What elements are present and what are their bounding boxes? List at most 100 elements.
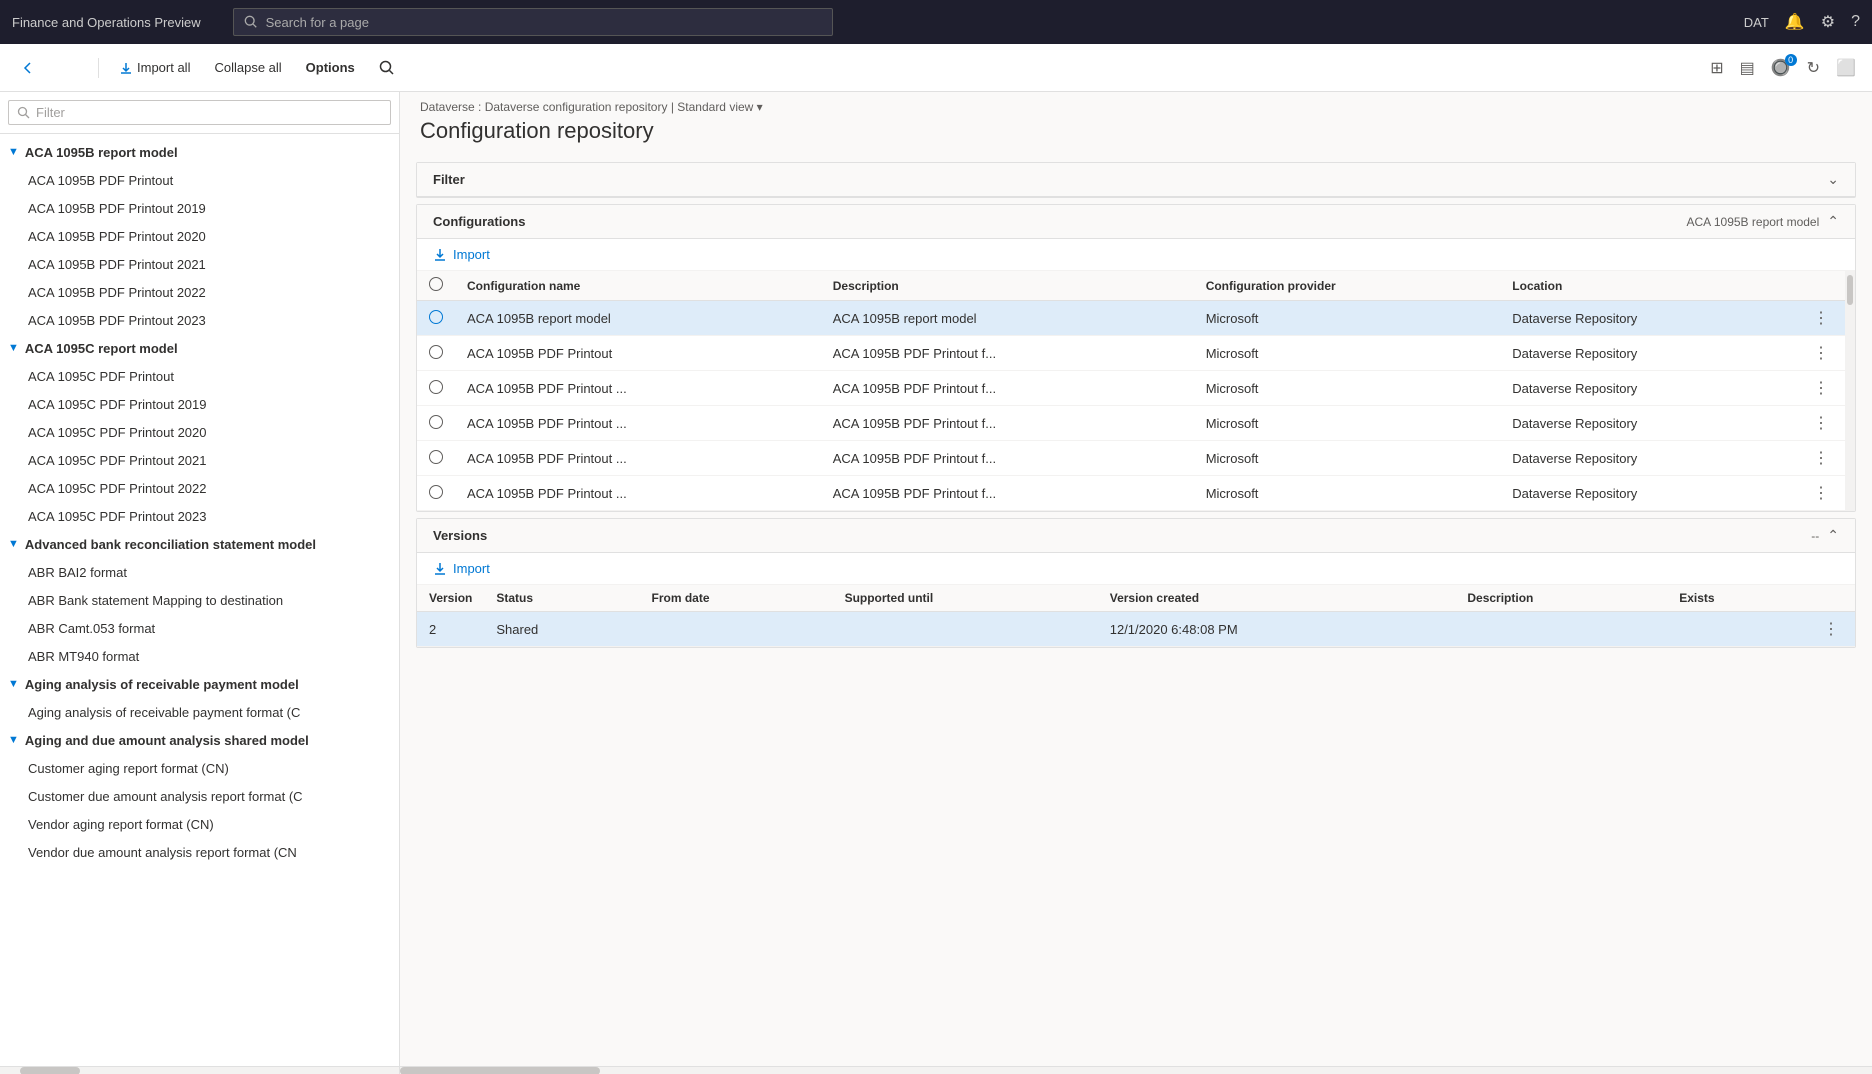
provider-cell: Microsoft (1194, 371, 1501, 406)
sidebar-item-customer-due[interactable]: Customer due amount analysis report form… (0, 782, 399, 810)
more-icon[interactable]: ⋮ (1809, 415, 1833, 432)
sidebar-horizontal-scrollbar[interactable] (0, 1066, 399, 1074)
configurations-collapse-icon[interactable]: ⌃ (1827, 213, 1839, 230)
more-icon[interactable]: ⋮ (1809, 310, 1833, 327)
configurations-import-link[interactable]: Import (417, 239, 1855, 271)
help-icon[interactable]: ? (1851, 13, 1860, 31)
sidebar-item-aca1095c[interactable]: ▼ ACA 1095C report model (0, 334, 399, 362)
more-cell[interactable]: ⋮ (1797, 441, 1845, 476)
sidebar-item-aca1095b[interactable]: ▼ ACA 1095B report model (0, 138, 399, 166)
table-row[interactable]: ACA 1095B PDF Printout ... ACA 1095B PDF… (417, 406, 1845, 441)
toolbar-search-button[interactable] (371, 56, 403, 80)
config-name-cell: ACA 1095B PDF Printout ... (455, 441, 821, 476)
search-bar[interactable]: Search for a page (233, 8, 833, 36)
badge-icon[interactable]: 🔘0 (1767, 54, 1795, 82)
sidebar-item-aca1095b-pdf2023[interactable]: ACA 1095B PDF Printout 2023 (0, 306, 399, 334)
sidebar-item-abr-bai2[interactable]: ABR BAI2 format (0, 558, 399, 586)
sidebar-item-aca1095b-pdf2019[interactable]: ACA 1095B PDF Printout 2019 (0, 194, 399, 222)
radio-circle[interactable] (429, 345, 443, 359)
sidebar-item-abr-bank[interactable]: ABR Bank statement Mapping to destinatio… (0, 586, 399, 614)
radio-circle[interactable] (429, 415, 443, 429)
sidebar-item-aging-fmt[interactable]: Aging analysis of receivable payment for… (0, 698, 399, 726)
more-icon[interactable]: ⋮ (1809, 380, 1833, 397)
more-icon[interactable]: ⋮ (1809, 485, 1833, 502)
layout-icon[interactable]: ▤ (1736, 54, 1759, 82)
sidebar-item-vendor-aging[interactable]: Vendor aging report format (CN) (0, 810, 399, 838)
more-cell[interactable]: ⋮ (1797, 406, 1845, 441)
more-icon[interactable]: ⋮ (1809, 450, 1833, 467)
more-cell[interactable]: ⋮ (1797, 371, 1845, 406)
sidebar-item-aca1095b-pdf2021[interactable]: ACA 1095B PDF Printout 2021 (0, 250, 399, 278)
content-horizontal-scrollbar[interactable] (400, 1066, 1872, 1074)
location-cell: Dataverse Repository (1500, 371, 1797, 406)
sidebar-item-aca1095c-pdf[interactable]: ACA 1095C PDF Printout (0, 362, 399, 390)
sidebar-item-abr-mt940[interactable]: ABR MT940 format (0, 642, 399, 670)
view-icon[interactable]: ⊞ (1706, 54, 1727, 82)
configs-vertical-scrollbar[interactable] (1845, 271, 1855, 511)
top-bar-right: DAT 🔔 ⚙ ? (1744, 12, 1860, 32)
sidebar-item-aca1095b-pdf[interactable]: ACA 1095B PDF Printout (0, 166, 399, 194)
sidebar-item-aca1095c-pdf2023[interactable]: ACA 1095C PDF Printout 2023 (0, 502, 399, 530)
filter-panel-header[interactable]: Filter ⌄ (417, 163, 1855, 197)
radio-cell (417, 301, 455, 336)
sidebar-item-aca1095c-pdf2019[interactable]: ACA 1095C PDF Printout 2019 (0, 390, 399, 418)
configurations-panel-header[interactable]: Configurations ACA 1095B report model ⌃ (417, 205, 1855, 239)
search-placeholder: Search for a page (266, 15, 369, 30)
filter-search-icon (17, 106, 30, 119)
filter-input[interactable]: Filter (8, 100, 391, 125)
config-name-cell: ACA 1095B report model (455, 301, 821, 336)
table-row[interactable]: 2 Shared 12/1/2020 6:48:08 PM ⋮ (417, 612, 1855, 647)
more-cell[interactable]: ⋮ (1797, 476, 1845, 511)
sidebar-item-customer-aging[interactable]: Customer aging report format (CN) (0, 754, 399, 782)
more-icon[interactable]: ⋮ (1809, 345, 1833, 362)
settings-icon[interactable]: ⚙ (1821, 12, 1835, 32)
sidebar-item-aging-due[interactable]: ▼ Aging and due amount analysis shared m… (0, 726, 399, 754)
sidebar-item-vendor-due[interactable]: Vendor due amount analysis report format… (0, 838, 399, 866)
table-row[interactable]: ACA 1095B PDF Printout ... ACA 1095B PDF… (417, 476, 1845, 511)
versions-collapse-icon[interactable]: ⌃ (1827, 527, 1839, 544)
refresh-icon[interactable]: ↻ (1803, 54, 1824, 82)
tree-item-label: ACA 1095C PDF Printout 2019 (28, 397, 207, 412)
more-cell[interactable]: ⋮ (1797, 336, 1845, 371)
versions-import-label: Import (453, 561, 490, 576)
sidebar-item-aca1095b-pdf2022[interactable]: ACA 1095B PDF Printout 2022 (0, 278, 399, 306)
radio-circle[interactable] (429, 485, 443, 499)
table-row[interactable]: ACA 1095B PDF Printout ... ACA 1095B PDF… (417, 371, 1845, 406)
import-all-button[interactable]: Import all (111, 56, 198, 79)
radio-circle[interactable] (429, 380, 443, 394)
sidebar-item-aca1095c-pdf2022[interactable]: ACA 1095C PDF Printout 2022 (0, 474, 399, 502)
table-row[interactable]: ACA 1095B report model ACA 1095B report … (417, 301, 1845, 336)
versions-panel-header[interactable]: Versions -- ⌃ (417, 519, 1855, 553)
breadcrumb-view[interactable]: Standard view (677, 100, 753, 114)
sidebar-item-aging[interactable]: ▼ Aging analysis of receivable payment m… (0, 670, 399, 698)
table-row[interactable]: ACA 1095B PDF Printout ACA 1095B PDF Pri… (417, 336, 1845, 371)
sidebar-item-aca1095c-pdf2021[interactable]: ACA 1095C PDF Printout 2021 (0, 446, 399, 474)
breadcrumb-source[interactable]: Dataverse (420, 100, 475, 114)
table-row[interactable]: ACA 1095B PDF Printout ... ACA 1095B PDF… (417, 441, 1845, 476)
back-button[interactable] (12, 56, 44, 80)
sidebar-item-abr-camt[interactable]: ABR Camt.053 format (0, 614, 399, 642)
radio-circle[interactable] (429, 450, 443, 464)
more-icon[interactable]: ⋮ (1819, 621, 1843, 638)
configurations-panel-title: Configurations (433, 214, 1687, 229)
hamburger-menu-button[interactable] (52, 55, 86, 81)
sidebar-item-aca1095b-pdf2020[interactable]: ACA 1095B PDF Printout 2020 (0, 222, 399, 250)
radio-cell (417, 406, 455, 441)
back-icon (20, 60, 36, 76)
radio-circle[interactable] (429, 310, 443, 324)
notification-icon[interactable]: 🔔 (1785, 12, 1805, 32)
breadcrumb-repo[interactable]: Dataverse configuration repository (485, 100, 668, 114)
versions-import-link[interactable]: Import (417, 553, 1855, 585)
col-v-more (1807, 585, 1855, 612)
sidebar-item-aca1095c-pdf2020[interactable]: ACA 1095C PDF Printout 2020 (0, 418, 399, 446)
filter-collapse-icon[interactable]: ⌄ (1827, 171, 1839, 188)
breadcrumb-chevron: ▾ (757, 100, 763, 114)
v-more-cell[interactable]: ⋮ (1807, 612, 1855, 647)
collapse-all-button[interactable]: Collapse all (206, 56, 289, 79)
more-cell[interactable]: ⋮ (1797, 301, 1845, 336)
versions-panel: Versions -- ⌃ Import (416, 518, 1856, 648)
options-button[interactable]: Options (298, 56, 363, 79)
expand-icon[interactable]: ⬜ (1832, 54, 1860, 82)
chevron-icon: ▼ (8, 342, 19, 354)
sidebar-item-abr[interactable]: ▼ Advanced bank reconciliation statement… (0, 530, 399, 558)
